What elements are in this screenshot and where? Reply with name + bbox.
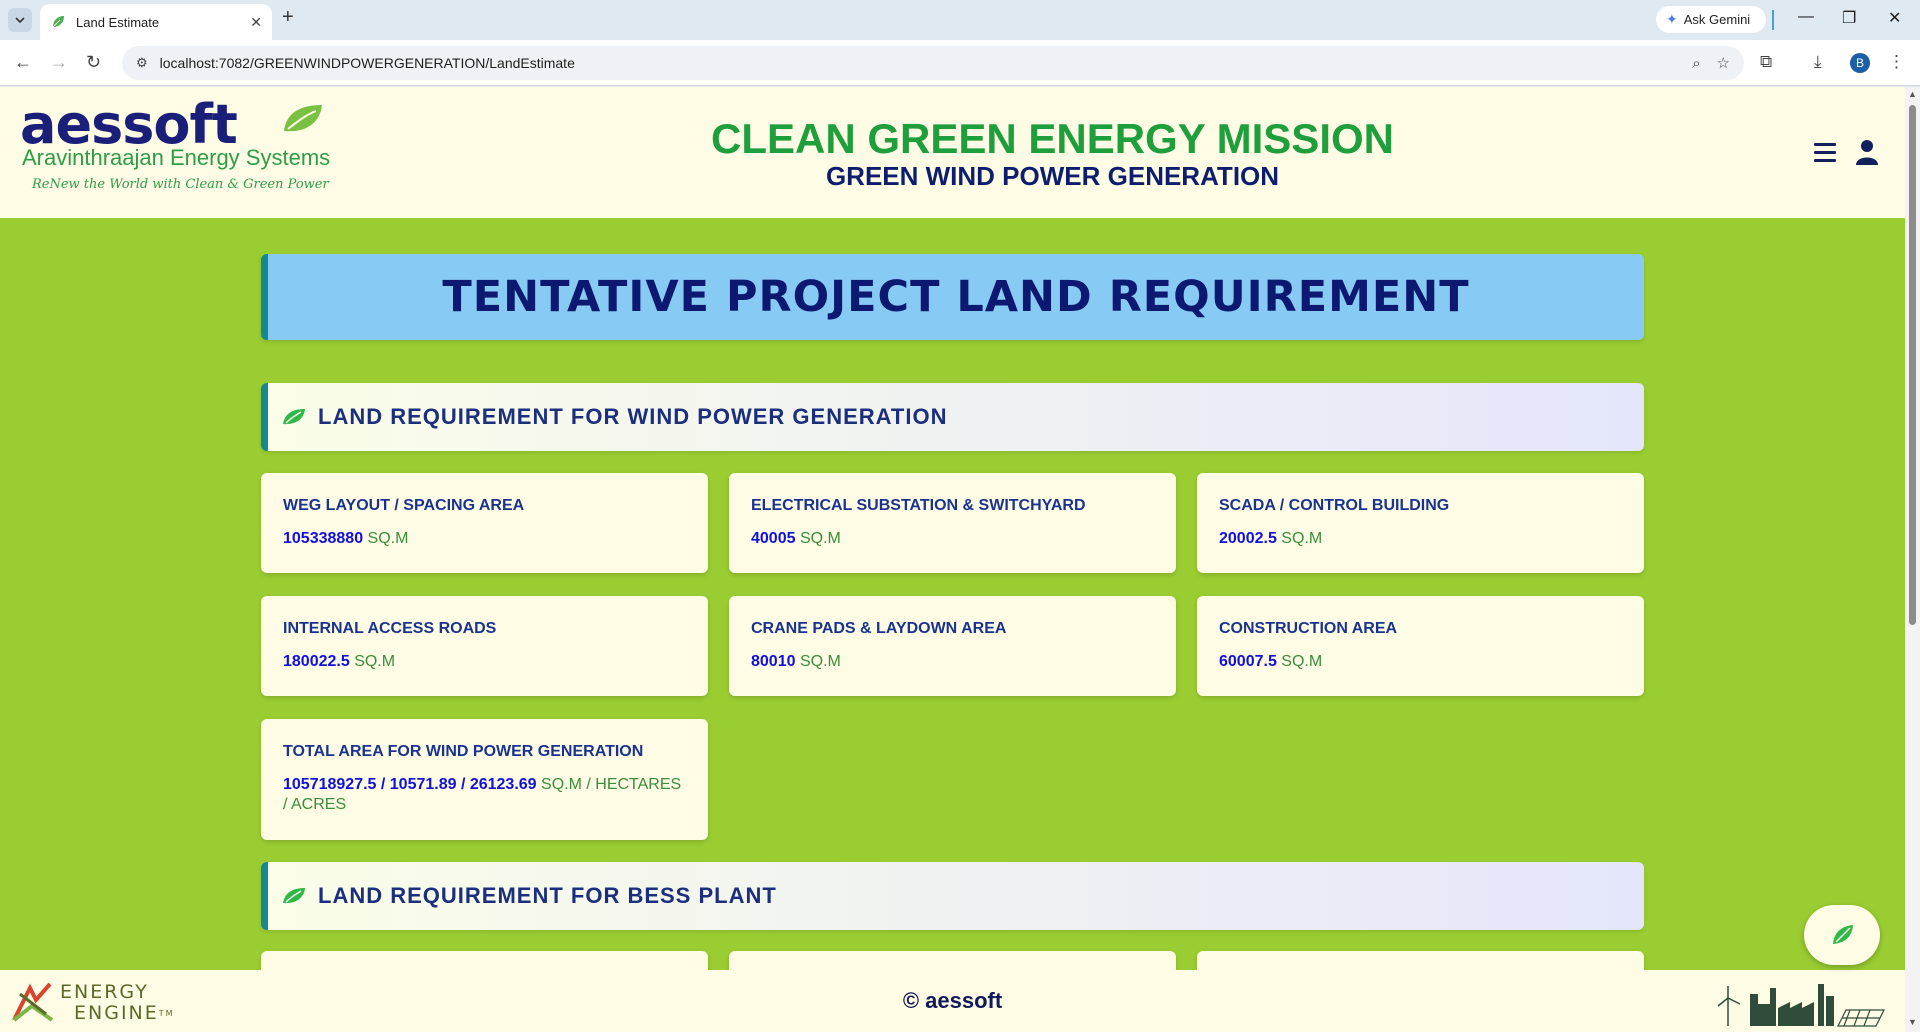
scroll-down-icon[interactable]: ▼ xyxy=(1908,1017,1917,1027)
card-value-line: 80010 SQ.M xyxy=(751,652,1154,672)
leaf-icon xyxy=(52,16,64,28)
close-tab-icon[interactable]: ✕ xyxy=(250,14,262,31)
card-label: CONSTRUCTION AREA xyxy=(1219,620,1398,637)
close-window-icon[interactable]: ✕ xyxy=(1888,8,1901,28)
card-label: ELECTRICAL SUBSTATION & SWITCHYARD xyxy=(751,497,1086,514)
card-value-line: 105338880 SQ.M xyxy=(283,529,686,549)
user-icon[interactable] xyxy=(1856,139,1878,165)
industry-icon xyxy=(1717,984,1885,1027)
section-header-wind: LAND REQUIREMENT FOR WIND POWER GENERATI… xyxy=(261,383,1644,451)
reload-icon[interactable]: ↻ xyxy=(86,52,101,73)
ask-gemini-button[interactable]: ✦ Ask Gemini xyxy=(1656,6,1766,33)
card-value: 20002.5 xyxy=(1219,530,1277,547)
section-header-bess: LAND REQUIREMENT FOR BESS PLANT xyxy=(261,862,1644,930)
card-unit: SQ.M xyxy=(799,530,841,547)
profile-avatar[interactable]: B xyxy=(1850,53,1870,73)
land-card-scada: SCADA / CONTROL BUILDING 20002.5 SQ.M xyxy=(1197,473,1644,573)
card-label: WEG LAYOUT / SPACING AREA xyxy=(283,497,525,514)
forward-arrow-icon[interactable]: → xyxy=(50,52,68,73)
card-value-line: 20002.5 SQ.M xyxy=(1219,529,1622,549)
card-value: 80010 xyxy=(751,653,796,670)
land-card-substation: ELECTRICAL SUBSTATION & SWITCHYARD 40005… xyxy=(729,473,1176,573)
tab-title: Land Estimate xyxy=(76,14,160,30)
land-card-crane-pads: CRANE PADS & LAYDOWN AREA 80010 SQ.M xyxy=(729,596,1176,696)
scrollbar-thumb[interactable] xyxy=(1909,105,1916,625)
zoom-icon[interactable]: ⌕ xyxy=(1692,55,1700,72)
card-unit: SQ.M xyxy=(799,653,841,670)
card-label: INTERNAL ACCESS ROADS xyxy=(283,620,497,637)
site-header: aessoft Aravinthraajan Energy Systems Re… xyxy=(0,87,1905,218)
more-menu-icon[interactable]: ⋮ xyxy=(1888,52,1905,72)
copyright-text: © aessoft xyxy=(902,988,1003,1013)
browser-tab[interactable]: Land Estimate ✕ xyxy=(40,4,272,40)
leaf-icon xyxy=(283,888,305,904)
card-value: 60007.5 xyxy=(1219,653,1277,670)
section-title: LAND REQUIREMENT FOR WIND POWER GENERATI… xyxy=(318,404,948,429)
chevron-down-icon xyxy=(15,17,25,23)
extensions-icon[interactable]: ⧉ xyxy=(1760,52,1772,72)
site-footer: ENERGY ENGINETM © aessoft xyxy=(0,970,1905,1032)
banner-title: TENTATIVE PROJECT LAND REQUIREMENT xyxy=(442,272,1470,322)
ask-gemini-label: Ask Gemini xyxy=(1683,12,1751,27)
gem-floating-button[interactable] xyxy=(1804,905,1880,965)
land-card-total-area: TOTAL AREA FOR WIND POWER GENERATION 105… xyxy=(261,719,708,840)
new-tab-button[interactable]: + xyxy=(282,6,294,29)
page-viewport: aessoft Aravinthraajan Energy Systems Re… xyxy=(0,87,1905,1032)
tab-search-button[interactable] xyxy=(8,8,32,32)
card-unit: SQ.M xyxy=(1281,530,1323,547)
scroll-up-icon[interactable]: ▲ xyxy=(1908,89,1917,99)
browser-tab-strip: Land Estimate ✕ + ✦ Ask Gemini — ❐ ✕ xyxy=(0,0,1920,40)
card-unit: SQ.M xyxy=(367,530,409,547)
leaf-icon xyxy=(1833,925,1853,944)
back-arrow-icon[interactable]: ← xyxy=(14,52,32,73)
card-value-line: 105718927.5 / 10571.89 / 26123.69 SQ.M /… xyxy=(283,775,686,815)
land-card-access-roads: INTERNAL ACCESS ROADS 180022.5 SQ.M xyxy=(261,596,708,696)
card-label: SCADA / CONTROL BUILDING xyxy=(1219,497,1450,514)
page-scrollbar[interactable]: ▲ ▼ xyxy=(1905,87,1920,1032)
land-card-construction: CONSTRUCTION AREA 60007.5 SQ.M xyxy=(1197,596,1644,696)
menu-icon[interactable] xyxy=(1814,143,1836,167)
card-value: 105338880 xyxy=(283,530,364,547)
page-banner: TENTATIVE PROJECT LAND REQUIREMENT xyxy=(261,254,1644,340)
browser-toolbar: ← → ↻ ⚙ localhost:7082/GREENWINDPOWERGEN… xyxy=(0,40,1920,86)
download-icon[interactable]: ⤓ xyxy=(1814,52,1822,72)
card-value-line: 60007.5 SQ.M xyxy=(1219,652,1622,672)
card-unit: SQ.M xyxy=(1281,653,1323,670)
card-label: CRANE PADS & LAYDOWN AREA xyxy=(751,620,1007,637)
leaf-icon xyxy=(283,409,305,425)
address-bar[interactable]: ⚙ localhost:7082/GREENWINDPOWERGENERATIO… xyxy=(122,46,1744,80)
card-value-line: 40005 SQ.M xyxy=(751,529,1154,549)
restore-icon[interactable]: ❐ xyxy=(1842,8,1856,28)
gemini-sparkle-icon: ✦ xyxy=(1666,11,1678,27)
card-value: 105718927.5 / 10571.89 / 26123.69 xyxy=(283,776,537,793)
card-label: TOTAL AREA FOR WIND POWER GENERATION xyxy=(283,743,644,760)
page-subtitle: GREEN WIND POWER GENERATION xyxy=(825,161,1280,191)
card-value-line: 180022.5 SQ.M xyxy=(283,652,686,672)
tab-strip-divider xyxy=(1772,10,1774,30)
section-title: LAND REQUIREMENT FOR BESS PLANT xyxy=(318,883,777,908)
url-text[interactable]: localhost:7082/GREENWINDPOWERGENERATION/… xyxy=(160,55,1676,71)
card-value: 180022.5 xyxy=(283,653,350,670)
site-info-icon[interactable]: ⚙ xyxy=(136,55,148,71)
land-card-weg-layout: WEG LAYOUT / SPACING AREA 105338880 SQ.M xyxy=(261,473,708,573)
card-value: 40005 xyxy=(751,530,796,547)
mission-title: CLEAN GREEN ENERGY MISSION xyxy=(711,115,1394,162)
bookmark-star-icon[interactable]: ☆ xyxy=(1717,54,1730,72)
minimize-icon[interactable]: — xyxy=(1798,8,1814,26)
card-unit: SQ.M xyxy=(354,653,396,670)
